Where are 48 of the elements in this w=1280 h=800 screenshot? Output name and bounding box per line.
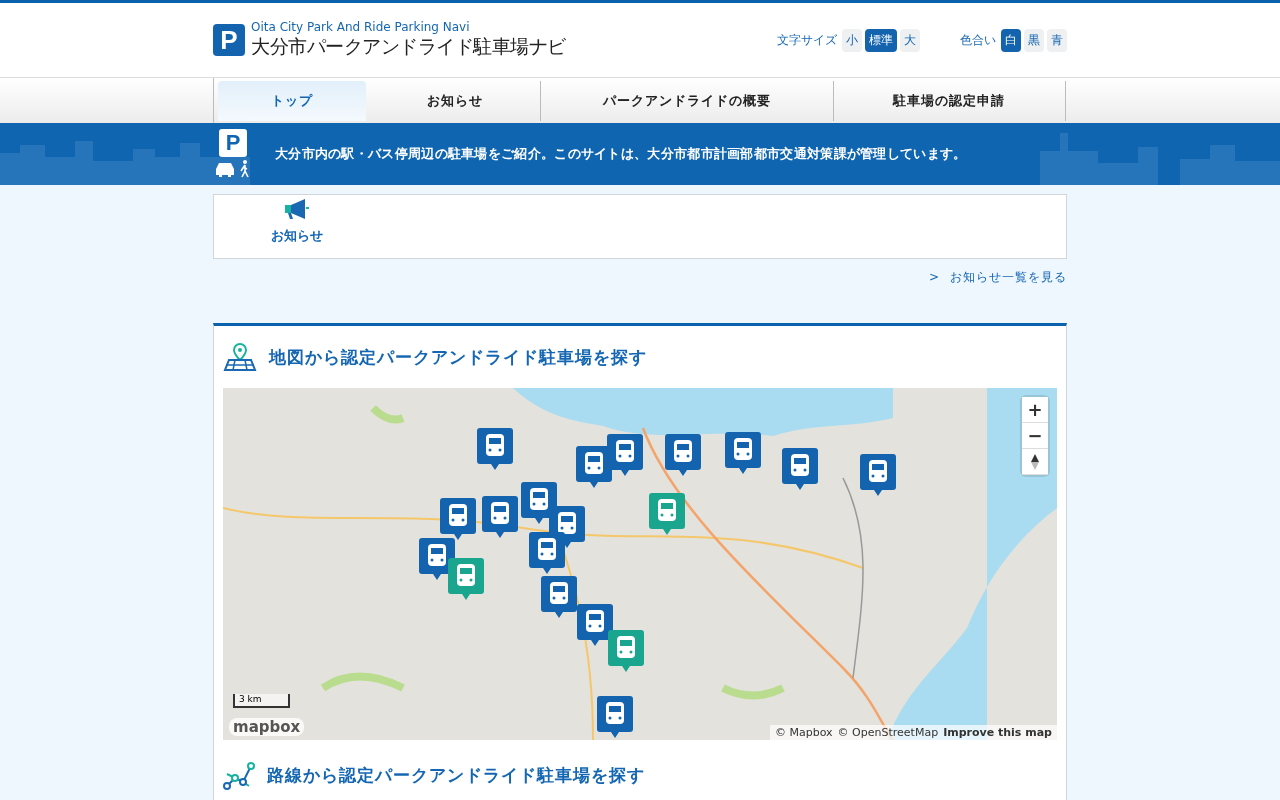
- section-heading: 路線から認定パークアンドライド駐車場を探す: [267, 763, 645, 787]
- train-marker-icon[interactable]: [607, 434, 643, 476]
- site-title: 大分市パークアンドライド駐車場ナビ: [251, 34, 566, 59]
- color-option[interactable]: 白: [1001, 28, 1021, 52]
- train-marker-icon[interactable]: [529, 532, 565, 574]
- section-heading: 地図から認定パークアンドライド駐車場を探す: [269, 345, 647, 369]
- compass-icon: [1030, 453, 1040, 470]
- train-marker-icon[interactable]: [521, 482, 557, 524]
- bus-marker-icon[interactable]: [448, 558, 484, 600]
- map-pin-icon: [223, 342, 257, 372]
- logo-icon: P: [213, 24, 245, 56]
- train-marker-icon[interactable]: [860, 454, 896, 496]
- train-marker-icon[interactable]: [597, 696, 633, 738]
- megaphone-icon: [284, 199, 310, 221]
- train-marker-icon[interactable]: [477, 428, 513, 470]
- notice-title: お知らせ: [271, 227, 323, 245]
- attribution-link[interactable]: Improve this map: [943, 726, 1052, 739]
- train-marker-icon[interactable]: [576, 446, 612, 488]
- notice-list-link[interactable]: > お知らせ一覧を見る: [928, 269, 1067, 286]
- text-size-option[interactable]: 小: [842, 28, 862, 52]
- train-marker-icon[interactable]: [782, 448, 818, 490]
- map-scale: 3 km: [233, 694, 290, 708]
- bus-marker-icon[interactable]: [608, 630, 644, 672]
- train-marker-icon[interactable]: [577, 604, 613, 646]
- train-marker-icon[interactable]: [482, 496, 518, 538]
- nav-tab[interactable]: パークアンドライドの概要: [540, 81, 834, 121]
- attribution-link[interactable]: © OpenStreetMap: [837, 726, 939, 739]
- color-option[interactable]: 青: [1047, 28, 1067, 52]
- route-icon: [223, 760, 255, 790]
- attribution-link[interactable]: © Mapbox: [775, 726, 833, 739]
- color-scheme-label: 色合い: [960, 31, 996, 49]
- nav-tab[interactable]: お知らせ: [369, 81, 541, 121]
- nav-tab[interactable]: 駐車場の認定申請: [833, 81, 1066, 121]
- banner-message: 大分市内の駅・バス停周辺の駐車場をご紹介。このサイトは、大分市都市計画部都市交通対策課が管理しています。: [275, 145, 967, 163]
- color-option[interactable]: 黒: [1024, 28, 1044, 52]
- train-marker-icon[interactable]: [725, 432, 761, 474]
- map[interactable]: + − 3 km mapbox © Mapbox © OpenStreetMap Improve this map: [223, 388, 1057, 740]
- nav-tab[interactable]: トップ: [217, 81, 366, 121]
- bus-marker-icon[interactable]: [649, 493, 685, 535]
- text-size-option[interactable]: 大: [900, 28, 920, 52]
- site-subtitle: Oita City Park And Ride Parking Navi: [251, 20, 471, 34]
- zoom-in-button[interactable]: +: [1022, 397, 1048, 423]
- train-marker-icon[interactable]: [440, 498, 476, 540]
- train-marker-icon[interactable]: [541, 576, 577, 618]
- text-size-option[interactable]: 標準: [865, 28, 897, 52]
- train-marker-icon[interactable]: [665, 434, 701, 476]
- text-size-label: 文字サイズ: [777, 31, 837, 49]
- mapbox-logo[interactable]: mapbox: [229, 718, 305, 736]
